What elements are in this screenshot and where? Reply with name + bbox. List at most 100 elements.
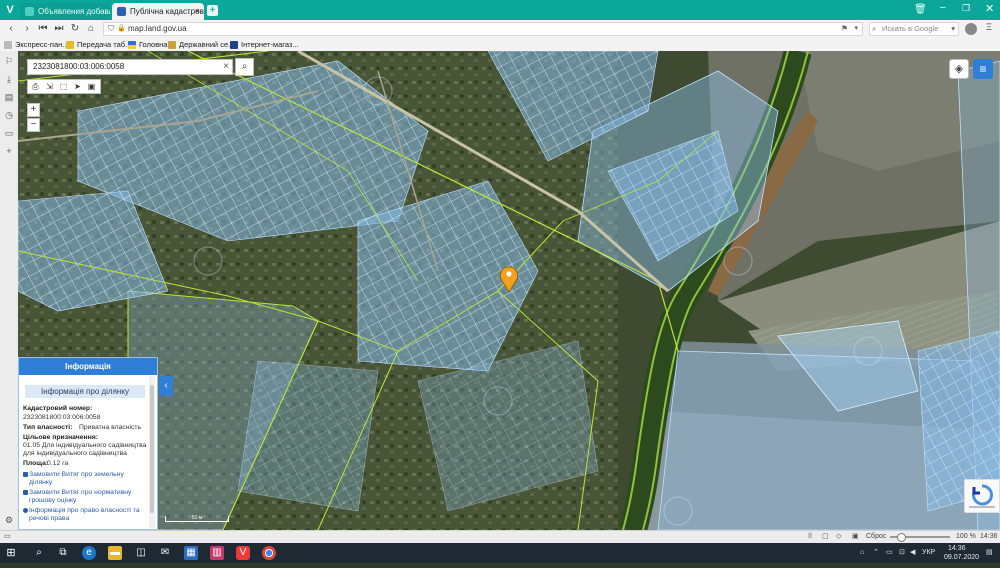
tab-cadastral-map[interactable]: Публічна кадастрова карт × [112, 3, 204, 20]
notifications-icon[interactable]: ▤ [986, 543, 993, 563]
trash-icon[interactable]: 🗑 [914, 4, 927, 15]
url-input[interactable]: ⛉ 🔒 map.land.gov.ua ⚑ ▾ [103, 22, 863, 36]
menu-button[interactable]: ≡ [973, 59, 993, 79]
back-icon[interactable]: ‹ [4, 22, 18, 36]
chrome-icon[interactable] [262, 546, 276, 560]
map-search-button[interactable]: ⌕ [235, 58, 254, 76]
map-scale-bar: 50 м [165, 516, 229, 522]
screen-icon[interactable]: ▣ [85, 81, 98, 93]
rewind-icon[interactable]: ⏮ [36, 22, 50, 36]
images-icon[interactable]: ▣ [852, 531, 859, 543]
status-clock: 14:36 [980, 533, 998, 540]
dropdown-icon[interactable]: ▾ [854, 23, 858, 35]
hamburger-icon: ≡ [979, 62, 987, 76]
panel-toggle-icon[interactable]: ▭ [4, 531, 11, 543]
edge-icon[interactable]: e [82, 546, 96, 560]
task-view-icon[interactable]: ⧉ [56, 546, 70, 560]
cadastral-search-input[interactable]: 2323081800:03:006:0058 [27, 59, 233, 75]
info-panel-subtitle: Інформація про ділянку [25, 385, 145, 398]
taskbar-date[interactable]: 09.07.2020 [944, 548, 979, 568]
shop-icon [230, 41, 238, 49]
tray-chevron-icon[interactable]: ⌃ [873, 543, 879, 563]
tray-battery-icon[interactable]: ▭ [886, 543, 893, 563]
new-tab-button[interactable]: + [207, 5, 218, 16]
purpose-label: Цільове призначення: [23, 434, 98, 441]
zoom-slider-thumb[interactable] [897, 533, 906, 542]
home-icon[interactable]: ⌂ [84, 22, 98, 36]
order-land-extract-link[interactable]: Замовити Витяг про земельну ділянку [23, 471, 145, 486]
downloads-icon[interactable]: ⤓ [3, 73, 15, 85]
pointer-icon[interactable]: ➤ [71, 81, 84, 93]
tab-ads[interactable]: Объявления добавляется [20, 3, 110, 20]
file-explorer-icon[interactable]: ▬ [108, 546, 122, 560]
calendar-app-icon[interactable]: ▦ [184, 546, 198, 560]
scrollbar-thumb[interactable] [150, 385, 154, 513]
search-icon[interactable]: ⌕ [32, 546, 46, 560]
maximize-icon[interactable]: ❐ [962, 3, 970, 14]
history-icon[interactable]: ◷ [3, 109, 15, 121]
tiling-icon[interactable]: ▢ [822, 531, 829, 543]
ownership-rights-link[interactable]: Інформація про право власності та речові… [23, 507, 145, 522]
order-valuation-extract-link[interactable]: Замовити Витяг про нормативну грошову оц… [23, 489, 145, 504]
zoom-out-button[interactable]: − [27, 118, 40, 132]
forward-icon[interactable]: › [20, 22, 34, 36]
bookmark-speed-dial[interactable]: Экспресс-пан... [4, 38, 69, 51]
reset-zoom-button[interactable]: Сброс [866, 531, 886, 543]
ads-favicon-icon [25, 7, 34, 16]
layers-button[interactable]: ◈ [949, 59, 969, 79]
transfer-icon [66, 41, 74, 49]
settings-icon[interactable]: ⚙ [3, 514, 15, 526]
close-window-icon[interactable]: ✕ [985, 2, 994, 15]
browser-tab-bar: V Объявления добавляется Публічна кадаст… [0, 0, 1000, 20]
clear-search-icon[interactable]: × [219, 59, 233, 75]
mail-icon[interactable]: ✉ [158, 546, 172, 560]
fast-forward-icon[interactable]: ⏭ [52, 22, 66, 36]
profile-avatar[interactable] [965, 23, 977, 35]
reload-icon[interactable]: ↻ [68, 22, 82, 36]
search-value: 2323081800:03:006:0058 [33, 62, 125, 71]
store-icon[interactable]: ◫ [134, 546, 148, 560]
bookmark-home[interactable]: Головна [128, 38, 168, 51]
bookmark-shop[interactable]: Інтернет-магаз... [230, 38, 299, 51]
purpose-value: 01.05 Для індивідуального садівництва дл… [23, 442, 147, 457]
google-search-input[interactable]: ⌕ Искать в Google ▾ [869, 22, 959, 36]
measure-distance-icon[interactable]: ⇲ [43, 81, 56, 93]
minimize-icon[interactable]: – [940, 2, 946, 13]
map-tools: ⎙ ⇲ ⬚ ➤ ▣ [27, 79, 101, 94]
document-icon [23, 490, 28, 495]
bookmark-state-service[interactable]: Державний се... [168, 38, 234, 51]
bookmark-transfer[interactable]: Передача таб... [66, 38, 131, 51]
zoom-in-button[interactable]: + [27, 103, 40, 117]
search-dropdown-icon[interactable]: ▾ [951, 23, 955, 35]
tray-volume-icon[interactable]: ◀ [910, 543, 915, 563]
tray-network-icon[interactable]: ⊡ [899, 543, 905, 563]
bookmarks-panel-icon[interactable]: ⚐ [3, 55, 15, 67]
camera-icon[interactable]: ⌷ [808, 531, 812, 543]
notes-icon[interactable]: ▤ [3, 91, 15, 103]
windows-taskbar: ⊞ ⌕ ⧉ e ▬ ◫ ✉ ▦ ▥ V ⌂ ⌃ ▭ ⊡ ◀ УКР 14:36 … [0, 543, 1000, 563]
bookmarks-bar: Экспресс-пан... Передача таб... Головна … [0, 38, 1000, 52]
tray-people-icon[interactable]: ⌂ [860, 543, 864, 563]
vivaldi-logo-icon[interactable]: V [3, 3, 17, 17]
window-panel-icon[interactable]: ▭ [3, 127, 15, 139]
extensions-icon[interactable]: Ξ [986, 22, 992, 32]
add-panel-icon[interactable]: + [3, 145, 15, 157]
media-app-icon[interactable]: ▥ [210, 546, 224, 560]
recaptcha-badge[interactable] [964, 479, 1000, 513]
windows-start-icon[interactable]: ⊞ [4, 546, 18, 560]
area-value: 0.12 га [47, 460, 69, 467]
keyboard-language[interactable]: УКР [922, 543, 935, 563]
recaptcha-icon [969, 484, 995, 508]
document-icon [23, 472, 28, 477]
measure-area-icon[interactable]: ⬚ [57, 81, 70, 93]
print-icon[interactable]: ⎙ [29, 81, 42, 93]
page-actions-icon[interactable]: ◇ [836, 531, 841, 543]
cadastral-favicon-icon [117, 7, 126, 16]
search-placeholder: Искать в Google [882, 24, 939, 33]
close-tab-icon[interactable]: × [195, 3, 200, 20]
vivaldi-taskbar-icon[interactable]: V [236, 546, 250, 560]
bookmark-icon[interactable]: ⚑ [841, 23, 848, 35]
cadastral-map[interactable] [18, 51, 1000, 530]
collapse-panel-button[interactable]: ‹ [159, 376, 173, 396]
map-canvas[interactable] [18, 51, 1000, 530]
